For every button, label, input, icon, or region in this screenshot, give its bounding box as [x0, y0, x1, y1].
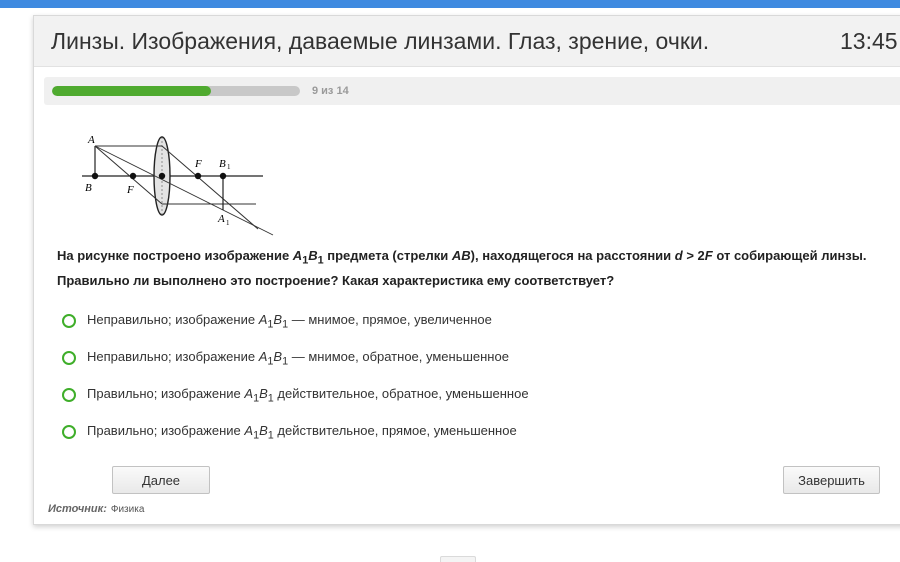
quiz-header: Линзы. Изображения, даваемые линзами. Гл…: [34, 16, 900, 67]
bottom-control[interactable]: [440, 556, 476, 562]
answer-label: Неправильно; изображение A1B1 — мнимое, …: [87, 348, 509, 368]
source-label: Источник:: [48, 503, 107, 515]
progress-fill: [52, 86, 212, 96]
next-button[interactable]: Далее: [112, 466, 210, 494]
answer-label: Неправильно; изображение A1B1 — мнимое, …: [87, 311, 492, 331]
label-A: A: [87, 134, 95, 146]
label-B: B: [85, 182, 92, 194]
answer-label: Правильно; изображение A1B1 действительн…: [87, 422, 517, 442]
answer-option-1[interactable]: Неправильно; изображение A1B1 — мнимое, …: [62, 310, 492, 332]
timer: 13:45: [840, 28, 898, 54]
progress-track: [52, 86, 300, 96]
radio-button[interactable]: [62, 314, 76, 328]
point-lens-center: [158, 172, 166, 180]
quiz-card: Линзы. Изображения, даваемые линзами. Гл…: [33, 15, 900, 525]
label-B1: B: [219, 158, 226, 170]
progress-label: 9 из 14: [312, 85, 349, 97]
radio-button[interactable]: [62, 425, 76, 439]
point-F-right: [194, 172, 202, 180]
label-A1: A: [217, 213, 225, 225]
answer-option-3[interactable]: Правильно; изображение A1B1 действительн…: [62, 384, 529, 406]
label-F-right: F: [194, 158, 202, 170]
point-F-left: [129, 172, 137, 180]
radio-button[interactable]: [62, 351, 76, 365]
point-B1: [219, 172, 227, 180]
point-B: [91, 172, 99, 180]
source-value: Физика: [110, 504, 145, 515]
progress-bar: 9 из 14: [44, 77, 900, 105]
page-title: Линзы. Изображения, даваемые линзами. Гл…: [51, 28, 710, 54]
ray-central: [94, 145, 274, 236]
question-text: На рисунке построено изображение A1B1 пр…: [57, 248, 867, 288]
top-accent-bar: [0, 0, 900, 8]
finish-button[interactable]: Завершить: [783, 466, 880, 494]
radio-button[interactable]: [62, 388, 76, 402]
label-F-left: F: [126, 184, 134, 196]
lens-diagram: A B F F B 1 A 1: [82, 134, 274, 236]
label-A1-sub: 1: [226, 219, 230, 227]
answer-option-2[interactable]: Неправильно; изображение A1B1 — мнимое, …: [62, 347, 509, 369]
answer-label: Правильно; изображение A1B1 действительн…: [87, 385, 529, 405]
answer-option-4[interactable]: Правильно; изображение A1B1 действительн…: [62, 421, 517, 443]
ray-refracted: [161, 145, 259, 230]
source-line: Источник: Физика: [48, 503, 144, 515]
label-B1-sub: 1: [227, 163, 231, 171]
